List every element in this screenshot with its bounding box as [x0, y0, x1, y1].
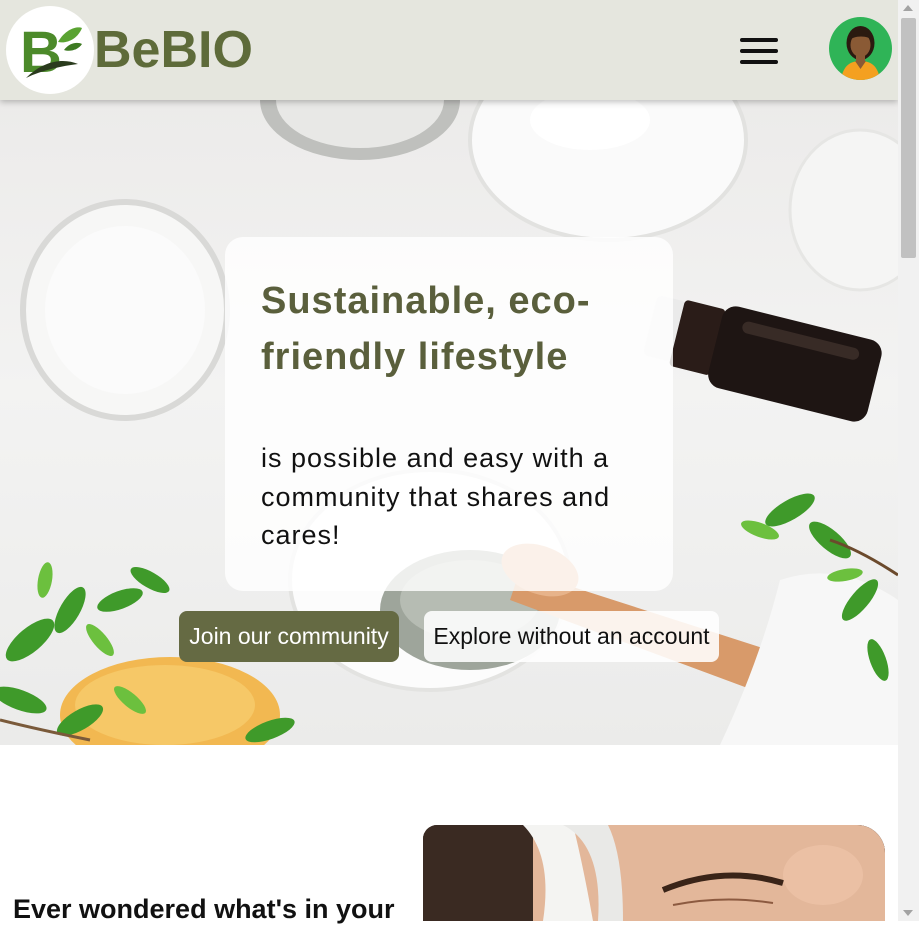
hero-subline: is possible and easy with a community th… — [261, 443, 611, 550]
hero-headline: Sustainable, eco-friendly lifestyle — [261, 280, 591, 378]
leaf-b-logo-icon: B — [20, 20, 82, 82]
logo[interactable]: B — [6, 6, 94, 94]
scroll-thumb[interactable] — [901, 18, 916, 258]
top-header: B BeBIO — [0, 0, 898, 100]
hamburger-menu-icon[interactable] — [740, 38, 778, 68]
scroll-up-arrow-icon[interactable] — [903, 5, 913, 11]
svg-text:B: B — [20, 20, 62, 82]
feature-image — [423, 825, 885, 921]
hero-text-card: Sustainable, eco-friendly lifestyle is p… — [225, 237, 673, 591]
scroll-down-arrow-icon[interactable] — [903, 910, 913, 916]
hero-section: Sustainable, eco-friendly lifestyle is p… — [0, 100, 898, 745]
brand-name: BeBIO — [94, 21, 253, 79]
explore-without-account-button[interactable]: Explore without an account — [424, 611, 719, 662]
user-avatar-icon[interactable] — [829, 17, 892, 80]
page-scrollbar[interactable] — [898, 0, 919, 921]
section-heading: Ever wondered what's in your — [13, 894, 395, 924]
join-community-button[interactable]: Join our community — [179, 611, 399, 662]
